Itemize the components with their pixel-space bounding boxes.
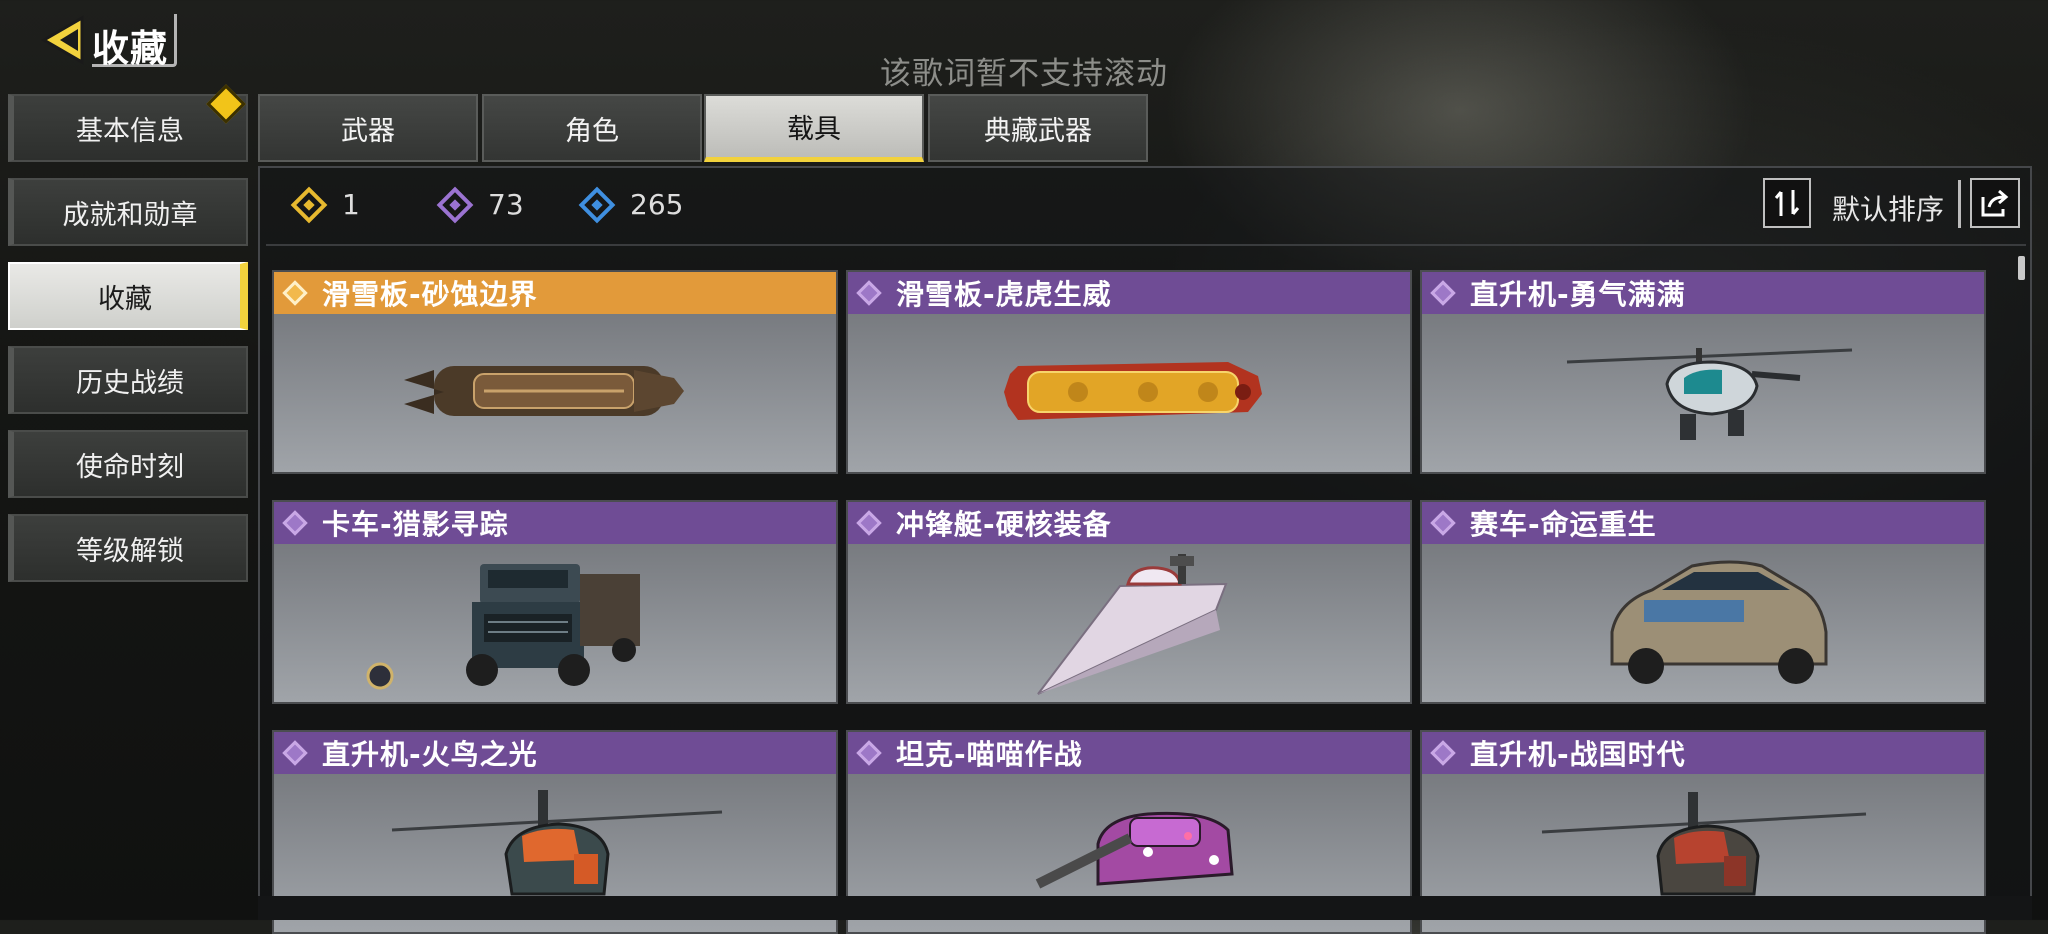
- card-header: 赛车-命运重生: [1422, 502, 1984, 544]
- scrollbar-thumb[interactable]: [2018, 256, 2025, 280]
- vehicle-name: 滑雪板-虎虎生威: [896, 278, 1112, 311]
- vehicle-name: 坦克-喵喵作战: [896, 738, 1083, 771]
- vehicle-preview: [848, 314, 1410, 472]
- card-header: 滑雪板-砂蚀边界: [274, 272, 836, 314]
- vehicle-card[interactable]: 直升机-勇气满满: [1420, 270, 1986, 474]
- sidebar-item-label: 使命时刻: [76, 451, 184, 483]
- epic-count: 73: [436, 186, 524, 223]
- epic-diamond-icon: [436, 186, 474, 223]
- sort-toggle-button[interactable]: [1763, 178, 1811, 228]
- vehicle-name: 直升机-火鸟之光: [322, 738, 538, 771]
- sidebar-item-label: 基本信息: [76, 115, 184, 147]
- vehicle-card[interactable]: 滑雪板-砂蚀边界: [272, 270, 838, 474]
- share-icon: [1981, 189, 2009, 217]
- page-title: 收藏: [92, 27, 168, 70]
- tab-collector-weapons[interactable]: 典藏武器: [928, 94, 1148, 162]
- divider: [1958, 180, 1961, 228]
- tab-vehicles[interactable]: 载具: [704, 94, 924, 162]
- snowboard-icon: [404, 366, 684, 416]
- epic-rarity-icon: [856, 280, 882, 306]
- sidebar-item-collection[interactable]: 收藏: [8, 262, 248, 330]
- sidebar-item-achievements[interactable]: 成就和勋章: [8, 178, 248, 246]
- snowboard-icon: [1004, 362, 1262, 420]
- sort-label[interactable]: 默认排序: [1832, 188, 1944, 228]
- epic-rarity-icon: [1430, 280, 1456, 306]
- card-header: 滑雪板-虎虎生威: [848, 272, 1410, 314]
- count-value: 265: [630, 188, 684, 221]
- vehicle-name: 卡车-猎影寻踪: [322, 508, 509, 541]
- legendary-rarity-icon: [282, 280, 308, 306]
- share-button[interactable]: [1970, 178, 2020, 228]
- vehicle-card[interactable]: 卡车-猎影寻踪: [272, 500, 838, 704]
- vehicle-name: 冲锋艇-硬核装备: [896, 508, 1112, 541]
- count-value: 1: [342, 188, 360, 221]
- tab-label: 典藏武器: [984, 115, 1092, 147]
- tab-label: 角色: [565, 115, 619, 147]
- tab-label: 载具: [787, 114, 841, 145]
- epic-rarity-icon: [1430, 510, 1456, 536]
- back-button[interactable]: [38, 14, 96, 66]
- back-arrow-icon: [41, 15, 84, 65]
- sidebar-item-label: 收藏: [98, 283, 152, 315]
- vehicle-name: 直升机-战国时代: [1470, 738, 1686, 771]
- race-car-icon: [1610, 560, 1828, 684]
- sort-arrows-icon: [1774, 190, 1800, 216]
- epic-rarity-icon: [1430, 740, 1456, 766]
- vehicle-preview: [274, 314, 836, 472]
- legendary-diamond-icon: [290, 186, 328, 223]
- card-header: 坦克-喵喵作战: [848, 732, 1410, 774]
- sidebar-item-mission-moments[interactable]: 使命时刻: [8, 430, 248, 498]
- epic-rarity-icon: [856, 740, 882, 766]
- vehicle-name: 滑雪板-砂蚀边界: [322, 278, 538, 311]
- vehicle-card[interactable]: 赛车-命运重生: [1420, 500, 1986, 704]
- tab-label: 武器: [341, 115, 395, 147]
- sidebar-item-label: 成就和勋章: [62, 199, 198, 231]
- panel-bottom-edge: [258, 896, 2032, 920]
- lyric-overlay-text: 该歌词暂不支持滚动: [880, 56, 1168, 92]
- boat-icon: [1037, 554, 1228, 695]
- epic-rarity-icon: [856, 510, 882, 536]
- sidebar-item-history[interactable]: 历史战绩: [8, 346, 248, 414]
- rare-count: 265: [578, 186, 684, 223]
- card-header: 卡车-猎影寻踪: [274, 502, 836, 544]
- epic-rarity-icon: [282, 740, 308, 766]
- panel-divider: [266, 244, 2026, 246]
- vehicle-card[interactable]: 冲锋艇-硬核装备: [846, 500, 1412, 704]
- count-value: 73: [488, 188, 524, 221]
- card-header: 直升机-火鸟之光: [274, 732, 836, 774]
- rare-diamond-icon: [578, 186, 616, 223]
- vehicle-name: 赛车-命运重生: [1470, 508, 1657, 541]
- legendary-count: 1: [290, 186, 360, 223]
- card-header: 直升机-勇气满满: [1422, 272, 1984, 314]
- vehicle-preview: [274, 544, 836, 702]
- truck-icon: [366, 564, 640, 690]
- vehicle-preview: [848, 544, 1410, 702]
- card-header: 冲锋艇-硬核装备: [848, 502, 1410, 544]
- tab-characters[interactable]: 角色: [482, 94, 702, 162]
- vehicle-name: 直升机-勇气满满: [1470, 278, 1686, 311]
- sidebar-item-level-unlock[interactable]: 等级解锁: [8, 514, 248, 582]
- sidebar-item-label: 历史战绩: [76, 367, 184, 399]
- epic-rarity-icon: [282, 510, 308, 536]
- sidebar-item-label: 等级解锁: [76, 535, 184, 567]
- helicopter-icon: [1566, 348, 1853, 440]
- vehicle-card[interactable]: 滑雪板-虎虎生威: [846, 270, 1412, 474]
- vehicle-preview: [1422, 314, 1984, 472]
- card-header: 直升机-战国时代: [1422, 732, 1984, 774]
- tab-weapons[interactable]: 武器: [258, 94, 478, 162]
- vehicle-preview: [1422, 544, 1984, 702]
